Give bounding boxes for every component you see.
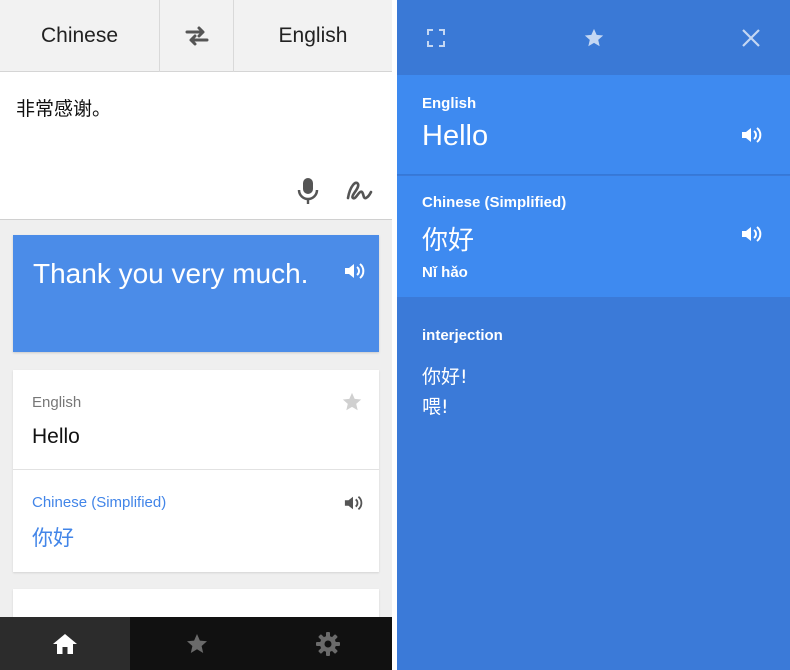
detail-source-language: English bbox=[422, 95, 477, 112]
detail-source-section: English Hello bbox=[397, 75, 790, 175]
input-text: 非常感谢。 bbox=[16, 98, 112, 120]
dictionary-source-language: English bbox=[32, 394, 82, 411]
star-button[interactable] bbox=[341, 391, 363, 413]
detail-target-word: 你好 bbox=[422, 226, 475, 256]
translation-speak-button[interactable] bbox=[343, 261, 365, 281]
dictionary-target-language: Chinese (Simplified) bbox=[32, 494, 167, 511]
speaker-icon bbox=[344, 496, 363, 510]
dictionary-source-section: English Hello bbox=[13, 370, 379, 470]
dictionary-target-section: Chinese (Simplified) 你好 bbox=[13, 470, 379, 572]
definition-item: 喂! bbox=[422, 396, 449, 418]
translate-screen: Chinese English 非常感谢。 Thank you very muc… bbox=[0, 0, 392, 670]
handwriting-button[interactable] bbox=[344, 178, 374, 204]
speaker-icon bbox=[345, 263, 365, 279]
translation-result-card[interactable]: Thank you very much. bbox=[13, 235, 379, 352]
speaker-icon bbox=[742, 127, 762, 143]
nav-settings[interactable] bbox=[263, 617, 392, 670]
bottom-nav bbox=[0, 617, 392, 670]
translation-text: Thank you very much. bbox=[33, 258, 309, 289]
detail-source-word: Hello bbox=[422, 120, 489, 152]
nav-home[interactable] bbox=[0, 617, 130, 670]
target-language-label: English bbox=[278, 24, 348, 47]
part-of-speech: interjection bbox=[422, 327, 503, 344]
gear-icon bbox=[315, 631, 340, 656]
detail-panel: English Hello Chinese (Simplified) 你好 Nǐ… bbox=[397, 0, 790, 670]
detail-source-speak-button[interactable] bbox=[740, 125, 762, 145]
star-icon bbox=[342, 392, 362, 411]
close-button[interactable] bbox=[741, 28, 761, 48]
detail-target-section: Chinese (Simplified) 你好 Nǐ hǎo bbox=[397, 176, 790, 297]
expand-button[interactable] bbox=[426, 28, 446, 48]
detail-target-language: Chinese (Simplified) bbox=[422, 194, 567, 211]
app-screens: Chinese English 非常感谢。 Thank you very muc… bbox=[0, 0, 790, 670]
source-language-label: Chinese bbox=[40, 24, 119, 47]
source-language-button[interactable]: Chinese bbox=[0, 0, 160, 72]
favorite-button[interactable] bbox=[583, 27, 605, 49]
detail-romanization: Nǐ hǎo bbox=[422, 264, 468, 281]
dictionary-speak-button[interactable] bbox=[343, 494, 363, 512]
close-icon bbox=[742, 29, 760, 47]
home-icon bbox=[53, 633, 77, 654]
swap-languages-button[interactable] bbox=[160, 0, 234, 72]
handwriting-icon bbox=[346, 181, 373, 200]
star-icon bbox=[584, 28, 604, 47]
microphone-icon bbox=[297, 178, 319, 204]
microphone-button[interactable] bbox=[296, 176, 320, 206]
dictionary-card[interactable]: English Hello Chinese (Simplified) 你好 bbox=[13, 370, 379, 572]
input-text-area[interactable]: 非常感谢。 bbox=[0, 72, 392, 220]
dictionary-source-word: Hello bbox=[32, 425, 80, 448]
expand-icon bbox=[427, 29, 445, 47]
dictionary-target-word: 你好 bbox=[32, 526, 74, 550]
detail-toolbar bbox=[397, 0, 790, 75]
swap-arrows-icon bbox=[185, 26, 208, 46]
nav-favorites[interactable] bbox=[130, 617, 263, 670]
language-bar: Chinese English bbox=[0, 0, 392, 72]
target-language-button[interactable]: English bbox=[234, 0, 392, 72]
star-icon bbox=[186, 633, 207, 653]
detail-target-speak-button[interactable] bbox=[740, 224, 762, 244]
speaker-icon bbox=[742, 226, 762, 242]
definition-item: 你好! bbox=[422, 366, 468, 388]
